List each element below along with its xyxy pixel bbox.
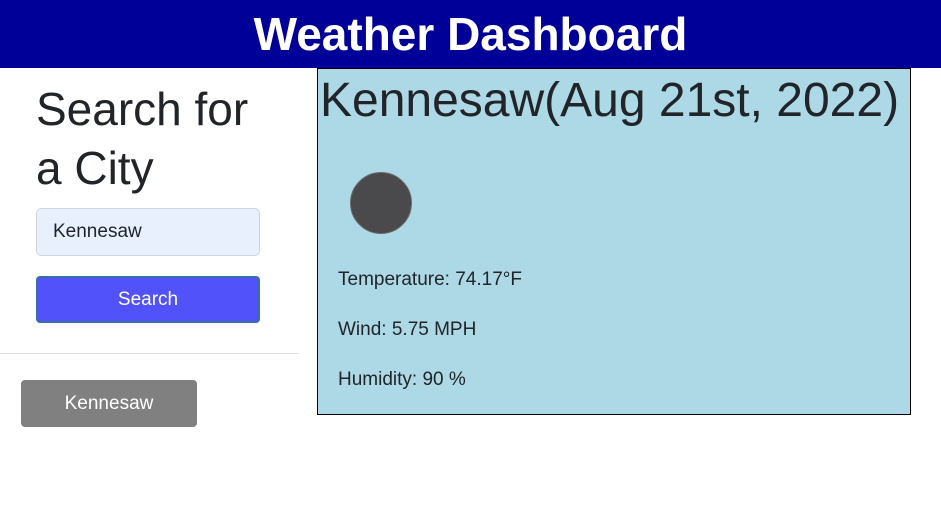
app-header: Weather Dashboard [0, 0, 941, 68]
history-city-button[interactable]: Kennesaw [21, 380, 197, 427]
temperature-text: Temperature: 74.17°F [338, 269, 522, 290]
sidebar-divider [0, 353, 299, 354]
humidity-text: Humidity: 90 % [338, 369, 466, 390]
wind-text: Wind: 5.75 MPH [338, 319, 477, 340]
current-weather-card: Kennesaw(Aug 21st, 2022) Temperature: 74… [317, 68, 911, 415]
page-title: Weather Dashboard [253, 8, 688, 60]
current-city-title: Kennesaw(Aug 21st, 2022) [320, 74, 900, 127]
weather-condition-icon [350, 172, 412, 234]
search-sidebar: Search for a City Search Kennesaw [0, 68, 299, 521]
search-heading: Search for a City [36, 83, 249, 194]
city-search-input[interactable] [36, 208, 260, 256]
search-button[interactable]: Search [36, 276, 260, 323]
